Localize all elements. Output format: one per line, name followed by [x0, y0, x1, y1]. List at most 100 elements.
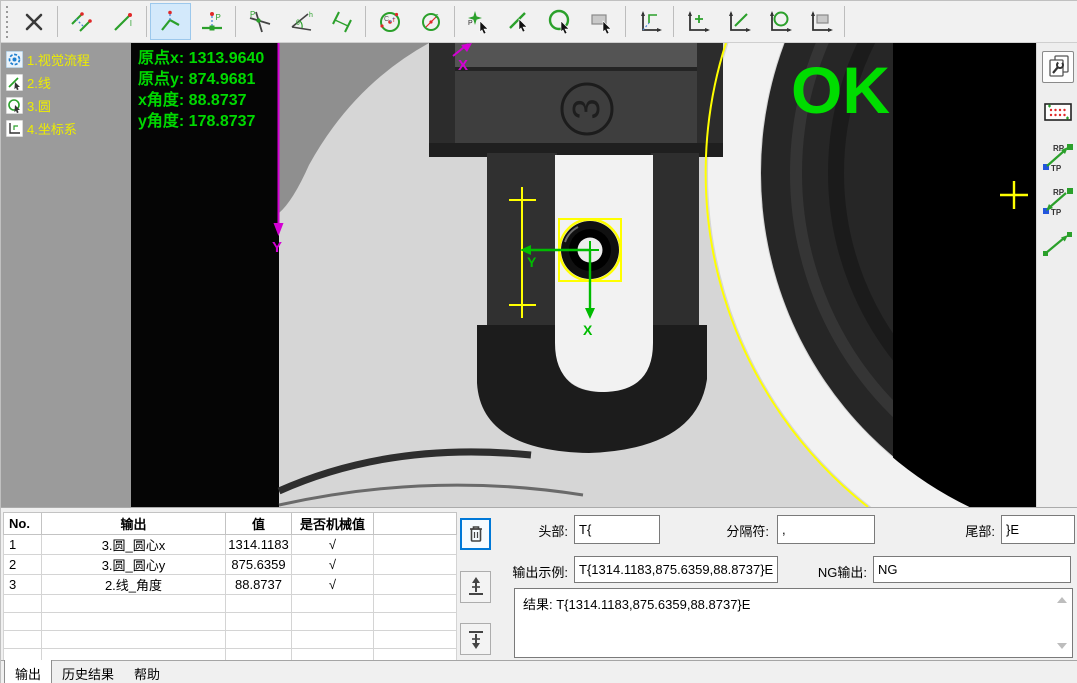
bottom-tabbar: 输出 历史结果 帮助: [1, 660, 1077, 683]
toolbar-separator: [235, 6, 236, 37]
coord-circle-icon: [767, 9, 793, 35]
pick-point-button[interactable]: P: [458, 3, 499, 40]
output-table[interactable]: No. 输出 值 是否机械值 1 3.圆_圆心x 1314.1183 √ 2 3…: [3, 512, 457, 667]
move-to-bottom-button[interactable]: [460, 623, 491, 655]
coord-line-icon: [726, 9, 752, 35]
tree-item-circle[interactable]: 3.圆: [4, 94, 131, 117]
pick-line-icon: [507, 9, 533, 35]
measure-point-to-line-button[interactable]: P: [191, 3, 232, 40]
tab-history[interactable]: 历史结果: [52, 661, 124, 683]
col-no: No.: [4, 513, 42, 535]
tree-item-label: 4.坐标系: [27, 119, 77, 138]
cell-no: 2: [4, 555, 42, 575]
table-row[interactable]: 3 2.线_角度 88.8737 √: [4, 575, 457, 595]
crosshair-x-label: X: [583, 322, 593, 338]
measure-angle-button[interactable]: θh: [280, 3, 321, 40]
coordinate-system-button[interactable]: [629, 3, 670, 40]
rp-tp-move-down-button[interactable]: RP TP: [1040, 185, 1076, 217]
tree-item-coordinate[interactable]: 4.坐标系: [4, 117, 131, 140]
coord-from-circle-button[interactable]: [759, 3, 800, 40]
pick-rect-icon: [589, 9, 615, 35]
calibration-target-icon: [1043, 99, 1073, 125]
svg-text:P: P: [250, 10, 255, 19]
line-icon: l: [110, 9, 136, 35]
tail-field-input[interactable]: [1001, 515, 1075, 544]
move-top-icon: [463, 574, 489, 600]
ng-output-input[interactable]: [873, 556, 1071, 583]
toolbar-grip[interactable]: [4, 6, 10, 38]
scroll-down-icon[interactable]: [1057, 643, 1067, 649]
rp-tp-move-up-button[interactable]: RP TP: [1040, 141, 1076, 173]
vision-flow-icon: [6, 51, 23, 68]
header-field-input[interactable]: [574, 515, 660, 544]
coord-from-rect-button[interactable]: [800, 3, 841, 40]
coord-point-icon: [685, 9, 711, 35]
coord-from-point-button[interactable]: [677, 3, 718, 40]
machine-axis-y-label: Y: [272, 239, 282, 256]
coordinate-system-icon: [637, 9, 663, 35]
app-window: l P P θh rC: [0, 0, 1077, 683]
tree-item-vision-flow[interactable]: 1.视觉流程: [4, 48, 131, 71]
measure-parallel-distance-button[interactable]: [61, 3, 102, 40]
cell-value: 1314.1183: [226, 535, 292, 555]
info-line-3: x角度: 88.8737: [138, 90, 247, 109]
info-line-4: y角度: 178.8737: [138, 111, 256, 130]
toolbar-separator: [146, 6, 147, 37]
example-field-label: 输出示例:: [506, 562, 568, 581]
main-area: 1.视觉流程 2.线 3.圆 4.坐标系: [1, 43, 1077, 507]
table-row[interactable]: 1 3.圆_圆心x 1314.1183 √: [4, 535, 457, 555]
stamp-digit: 3: [566, 98, 608, 119]
deep-hole: [893, 43, 1036, 507]
table-row-empty: [4, 613, 457, 631]
info-line-1: 原点x: 1313.9640: [138, 48, 264, 67]
move-vector-button[interactable]: [1040, 229, 1076, 259]
measure-circle-radius-button[interactable]: rC: [369, 3, 410, 40]
measure-intersection-button[interactable]: P: [239, 3, 280, 40]
measure-line-distance-button[interactable]: [321, 3, 362, 40]
pick-rect-button[interactable]: [581, 3, 622, 40]
flow-tree: 1.视觉流程 2.线 3.圆 4.坐标系: [1, 43, 131, 507]
cell-no: 1: [4, 535, 42, 555]
delete-row-button[interactable]: [460, 518, 491, 550]
tail-field-label: 尾部:: [921, 521, 995, 540]
camera-viewport[interactable]: 3 Y: [131, 43, 1036, 507]
tool-pages-icon: [1044, 54, 1072, 80]
move-to-top-button[interactable]: [460, 571, 491, 603]
measure-line-button[interactable]: l: [102, 3, 143, 40]
move-bottom-icon: [463, 626, 489, 652]
toolbar-separator: [454, 6, 455, 37]
tree-item-label: 2.线: [27, 73, 51, 92]
result-box[interactable]: 结果: T{1314.1183,875.6359,88.8737}E: [514, 588, 1073, 658]
rp-tp-down-icon: RP TP: [1040, 185, 1076, 217]
pick-circle-button[interactable]: [540, 3, 581, 40]
result-text: 结果: T{1314.1183,875.6359,88.8737}E: [523, 597, 750, 612]
svg-text:r: r: [393, 17, 396, 24]
svg-text:P: P: [215, 13, 220, 22]
calibration-target-button[interactable]: [1040, 99, 1076, 125]
crosshair-y-label: Y: [527, 254, 537, 270]
cancel-tool-button[interactable]: [13, 3, 54, 40]
measure-circle-center-button[interactable]: c: [410, 3, 451, 40]
move-vector-icon: [1040, 229, 1076, 259]
measure-fold-line-button[interactable]: [150, 3, 191, 40]
coord-from-line-button[interactable]: [718, 3, 759, 40]
tree-item-line[interactable]: 2.线: [4, 71, 131, 94]
pick-circle-icon: [548, 9, 574, 35]
point-to-line-icon: P: [199, 9, 225, 35]
cell-output: 3.圆_圆心y: [42, 555, 226, 575]
output-panel: No. 输出 值 是否机械值 1 3.圆_圆心x 1314.1183 √ 2 3…: [1, 507, 1077, 683]
toolbar-separator: [365, 6, 366, 37]
pick-line-button[interactable]: [499, 3, 540, 40]
tab-output[interactable]: 输出: [4, 660, 52, 683]
example-field-input[interactable]: [574, 556, 778, 583]
rp-tp-up-icon: RP TP: [1040, 141, 1076, 173]
tab-help[interactable]: 帮助: [124, 661, 170, 683]
table-row[interactable]: 2 3.圆_圆心y 875.6359 √: [4, 555, 457, 575]
trash-icon: [463, 521, 489, 547]
toolbar-separator: [57, 6, 58, 37]
cancel-icon: [21, 9, 47, 35]
scroll-up-icon[interactable]: [1057, 597, 1067, 603]
cell-output: 2.线_角度: [42, 575, 226, 595]
separator-field-input[interactable]: [777, 515, 875, 544]
tool-pages-button[interactable]: [1042, 51, 1074, 83]
